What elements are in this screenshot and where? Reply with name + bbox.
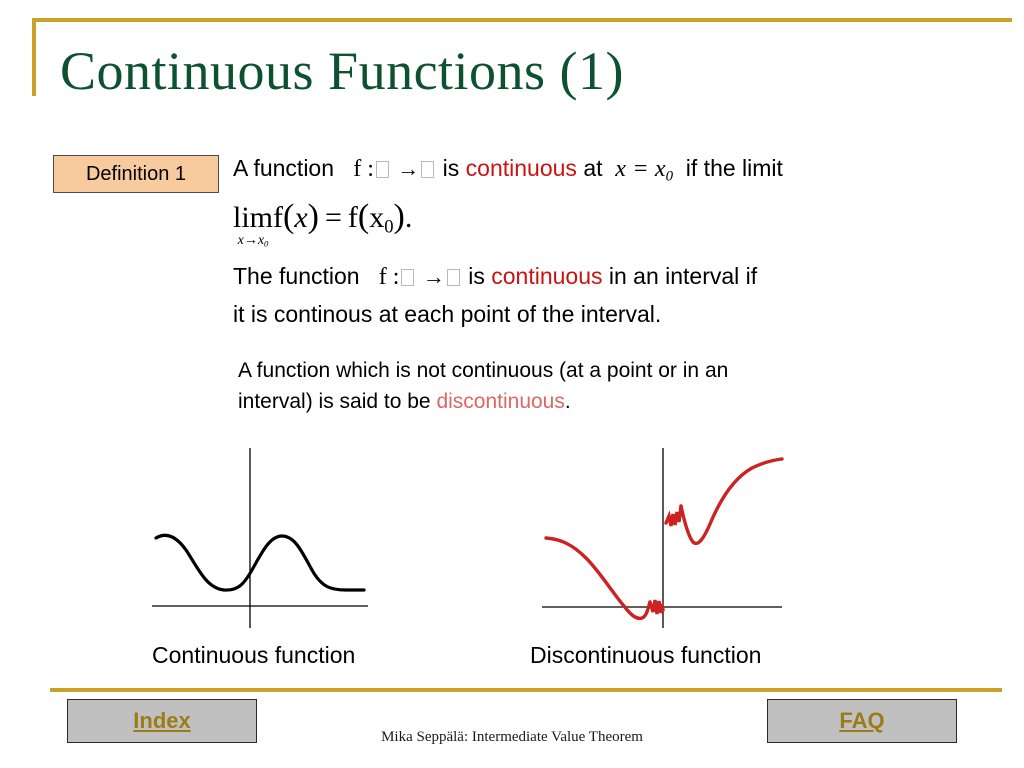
missing-glyph-icon [375,161,389,178]
formula-equals: = [325,201,342,234]
formula-close-paren-2: ) [393,198,405,235]
caption-discontinuous: Discontinuous function [530,642,762,668]
continuous-function-graph [152,448,368,628]
missing-glyph-icon [446,269,460,286]
formula-x-zero: x0 [369,201,393,239]
math-x-zero-sub: 0 [665,168,674,185]
keyword-continuous: continuous [491,263,603,289]
limit-lim: lim [233,201,274,234]
rightarrow-icon: → [422,264,445,289]
function-map-f-2: f : [378,264,400,290]
interval-line-2: it is continous at each point of the int… [233,301,662,327]
definition-paragraph: A function f : → is continuous at x = x0… [233,157,783,184]
definition-text-1: A function [233,155,335,181]
definition-text-4: if the limit [685,155,783,181]
math-equals: = [632,156,649,182]
footer-accent-line [50,688,1002,692]
rightarrow-icon: → [397,156,420,181]
formula-x-zero-sub: 0 [384,216,394,238]
page-title: Continuous Functions (1) [60,41,625,101]
continuous-curve [154,533,366,592]
function-map-f: f : [353,156,374,182]
limit-formula: lim x→x0 f ( x ) = f ( x0 ) . [233,198,412,248]
left-accent-line [32,18,36,96]
formula-close-paren-1: ) [307,198,319,235]
discontinuous-line-1: A function which is not continuous (at a… [238,359,729,382]
keyword-continuous: continuous [465,155,577,181]
discontinuous-function-graph [542,448,784,628]
discontinuous-text-1: interval) is said to be [238,390,431,413]
formula-variable-x: x [294,201,308,234]
definition-text-3: at [583,155,603,181]
definition-badge-label: Definition 1 [85,162,187,185]
formula-f1: f [273,201,284,234]
keyword-discontinuous: discontinuous [436,390,565,413]
formula-period: . [404,201,413,234]
limit-sub-x0-sub: 0 [264,238,269,249]
caption-continuous: Continuous function [152,642,356,668]
limit-sub-arrow: → [243,233,258,248]
formula-open-paren-1: ( [283,198,295,235]
interval-paragraph: The function f : → is continuous in an i… [233,265,757,326]
interval-text-3: in an interval if [608,263,758,289]
math-x: x [615,156,626,182]
definition-text-2: is [442,155,460,181]
discontinuous-left-branch [544,536,652,621]
math-x-zero: x0 [654,156,674,185]
missing-glyph-icon [421,161,435,178]
right-branch-oscillation [664,504,683,527]
interval-text-2: is [468,263,485,289]
slide-canvas: Continuous Functions (1) Definition 1 A … [0,0,1024,768]
footer-note: Mika Seppälä: Intermediate Value Theorem [381,729,643,745]
interval-line-1: The function f : → is continuous in an i… [233,263,758,290]
discontinuous-line-2: interval) is said to be discontinuous. [238,391,728,412]
formula-open-paren-2: ( [357,198,370,235]
discontinuous-paragraph: A function which is not continuous (at a… [238,360,728,412]
formula-x-zero-base: x [369,201,385,234]
discontinuous-period: . [564,390,571,413]
formula-f2: f [347,201,358,234]
definition-badge: Definition 1 [53,155,219,193]
top-accent-line [32,18,1012,22]
limit-operator: lim x→x0 [233,203,273,248]
interval-text-1: The function [233,263,360,289]
limit-subscript: x→x0 [238,234,269,248]
left-branch-oscillation [648,599,665,615]
math-x-zero-base: x [654,156,666,182]
missing-glyph-icon [401,269,415,286]
discontinuous-right-branch [679,457,784,545]
